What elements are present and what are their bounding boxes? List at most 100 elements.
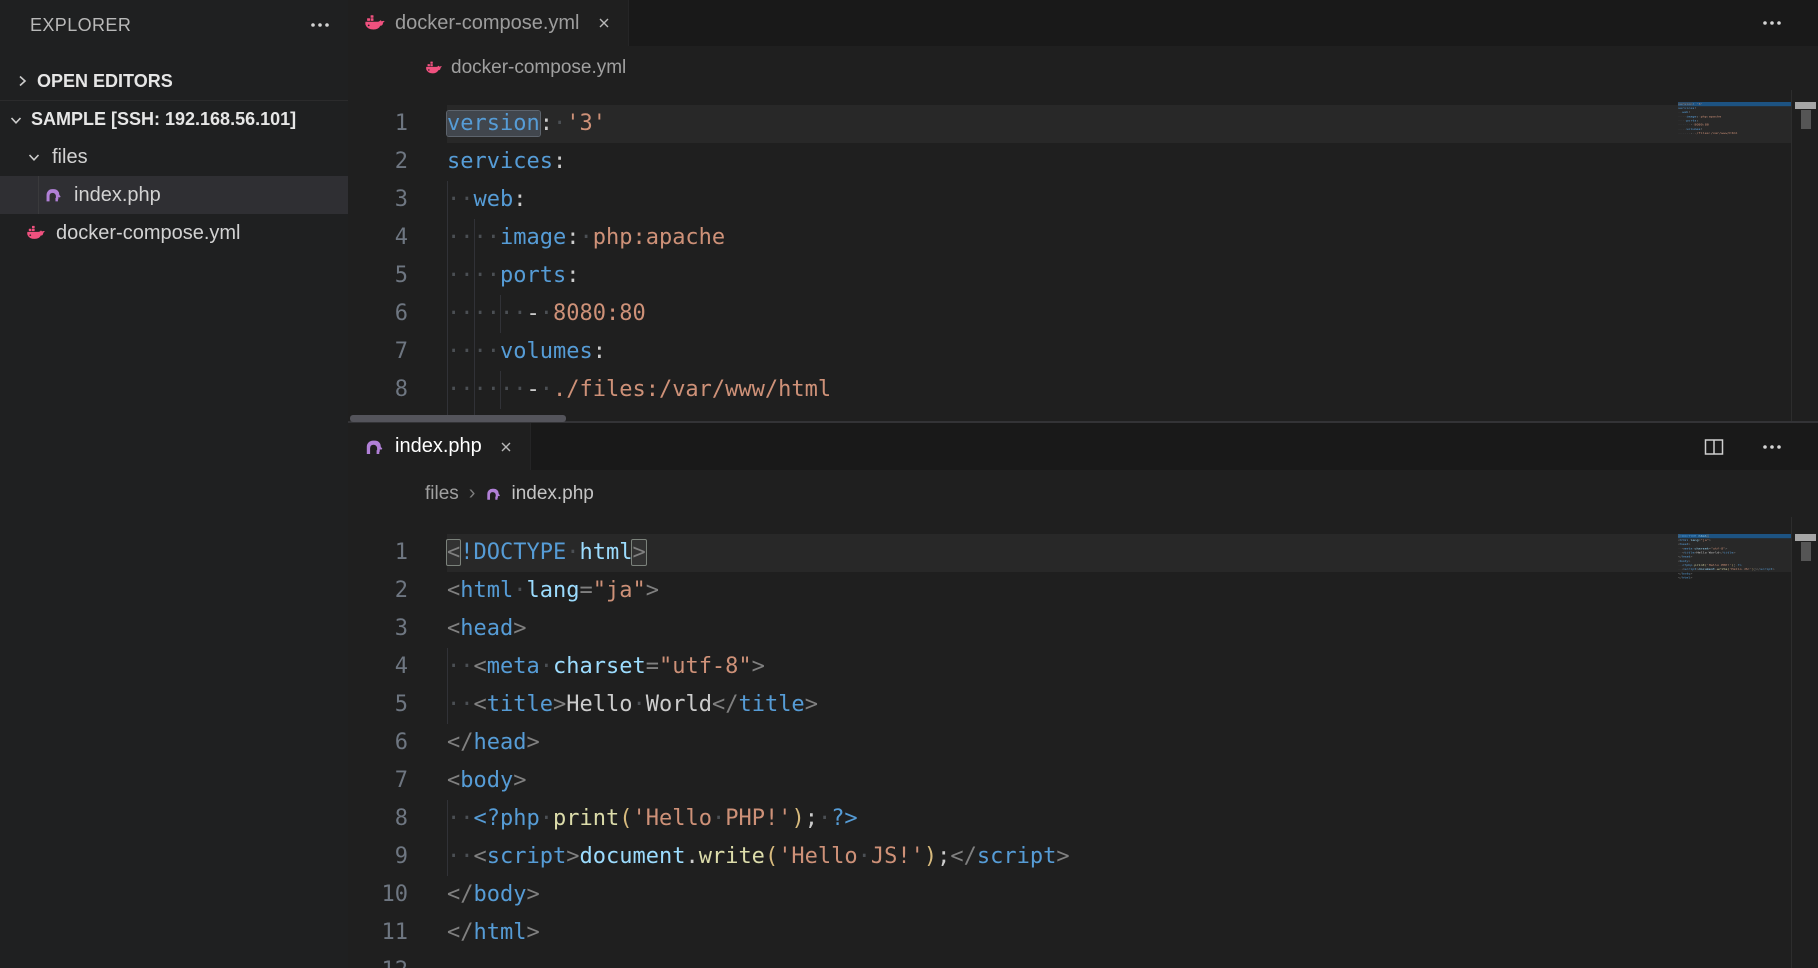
chevron-right-icon — [14, 73, 30, 89]
code-token: head — [1680, 543, 1688, 546]
code-token: version — [1678, 103, 1692, 106]
code-token: title — [1723, 551, 1733, 554]
chevron-down-icon — [26, 149, 42, 165]
editor-sash[interactable] — [348, 421, 1818, 423]
sidebar-item-index-php[interactable]: index.php — [0, 176, 348, 214]
split-editor-button[interactable] — [1702, 435, 1726, 459]
code-editor-index-php[interactable]: 1<!DOCTYPE·html>2<html·lang="ja">3<head>… — [348, 517, 1818, 968]
explorer-sidebar: EXPLORER OPEN EDITORS SAMPLE [SSH: 192.1… — [0, 0, 348, 968]
more-actions-button[interactable] — [1760, 11, 1784, 35]
scrollbar-thumb[interactable] — [1801, 110, 1811, 129]
scrollbar-thumb[interactable] — [1801, 542, 1811, 561]
code-token: services — [447, 149, 553, 174]
minimap-line — [1678, 580, 1791, 584]
sidebar-item-label: index.php — [74, 184, 161, 207]
code-line-5[interactable]: 5····ports: — [348, 257, 1818, 295]
code-token: PHP!' — [1721, 564, 1731, 567]
line-number: 6 — [348, 295, 408, 333]
line-number: 9 — [348, 838, 408, 876]
tab-close-button[interactable] — [498, 439, 514, 455]
code-line-10[interactable]: 10</body> — [348, 876, 1818, 914]
breadcrumb-item-index-php[interactable]: index.php — [485, 483, 593, 505]
code-token: > — [646, 578, 659, 603]
section-open-editors[interactable]: OPEN EDITORS — [0, 62, 348, 100]
code-token: html — [474, 920, 527, 945]
code-line-8[interactable]: 8······-·./files:/var/www/html — [348, 371, 1818, 409]
code-token: lang — [526, 578, 579, 603]
tab-index-php[interactable]: index.php — [348, 423, 531, 470]
code-token: script — [1760, 568, 1772, 571]
code-token: > — [1707, 535, 1709, 538]
horizontal-scrollbar-thumb[interactable] — [350, 415, 566, 422]
code-token: </ — [712, 692, 739, 717]
docker-icon — [425, 59, 443, 77]
code-line-3[interactable]: 3 ··web: — [348, 181, 1818, 219]
code-token: version — [447, 111, 540, 136]
code-token: web — [474, 187, 514, 212]
tab-docker-compose-yml[interactable]: docker-compose.yml — [348, 0, 629, 46]
code-token: > — [1688, 543, 1690, 546]
code-line-8[interactable]: 8··<?php·print('Hello·PHP!');·?> — [348, 800, 1818, 838]
line-number: 4 — [348, 648, 408, 686]
code-line-11[interactable]: 11</html> — [348, 914, 1818, 952]
code-token: ( — [765, 844, 778, 869]
sidebar-item-files[interactable]: files — [0, 138, 348, 176]
more-actions-button[interactable] — [1760, 435, 1784, 459]
code-line-6[interactable]: 6</head> — [348, 724, 1818, 762]
indent-guide — [38, 176, 39, 214]
line-number: 3 — [348, 181, 408, 219]
code-token: 8080:80 — [553, 301, 646, 326]
line-number: 2 — [348, 572, 408, 610]
scrollbar[interactable] — [1791, 517, 1818, 968]
code-token: body — [1680, 560, 1688, 563]
breadcrumb-item-files[interactable]: files — [425, 483, 459, 505]
code-token: < — [447, 768, 460, 793]
code-line-7[interactable]: 7····volumes: — [348, 333, 1818, 371]
code-token: : — [553, 149, 566, 174]
code-token: write — [1717, 568, 1727, 571]
line-number: 5 — [348, 686, 408, 724]
current-line-highlight — [447, 534, 1791, 572]
breadcrumb-item-docker-compose[interactable]: docker-compose.yml — [425, 57, 626, 79]
code-token: services — [1678, 107, 1694, 110]
code-line-2[interactable]: 2<html·lang="ja"> — [348, 572, 1818, 610]
code-token: php:apache — [593, 225, 725, 250]
code-line-4[interactable]: 4····image:·php:apache — [348, 219, 1818, 257]
tab-close-button[interactable] — [596, 15, 612, 31]
code-token: > — [1690, 572, 1692, 575]
code-token: ·· — [447, 187, 474, 212]
code-line-1[interactable]: 1version:·'3' — [348, 105, 1818, 143]
code-line-7[interactable]: 7<body> — [348, 762, 1818, 800]
code-token: ···· — [1678, 115, 1686, 118]
code-line-2[interactable]: 2 services: — [348, 143, 1818, 181]
current-line-highlight — [447, 105, 1791, 143]
code-token: ?> — [1738, 564, 1742, 567]
minimap[interactable]: version:·'3'services:··web:····image:·ph… — [1678, 102, 1791, 144]
code-line-6[interactable]: 6······-·8080:80 — [348, 295, 1818, 333]
code-token: < — [474, 844, 487, 869]
code-line-4[interactable]: 4··<meta·charset="utf-8"> — [348, 648, 1818, 686]
line-number: 2 — [348, 143, 408, 181]
code-token: > — [513, 768, 526, 793]
code-token: body — [474, 882, 527, 907]
code-token: : — [513, 187, 526, 212]
code-token: > — [1690, 576, 1692, 579]
section-sample-ssh[interactable]: SAMPLE [SSH: 192.168.56.101] — [0, 100, 348, 138]
code-line-3[interactable]: 3<head> — [348, 610, 1818, 648]
sidebar-item-docker-compose-yml[interactable]: docker-compose.yml — [0, 214, 348, 252]
scrollbar[interactable] — [1791, 90, 1818, 421]
code-token: World — [1709, 551, 1719, 554]
code-line-12[interactable]: 12 — [348, 952, 1818, 968]
explorer-more-button[interactable] — [308, 13, 332, 37]
minimap[interactable]: <!DOCTYPE·html><html·lang="ja"><head>··<… — [1678, 534, 1791, 588]
code-line-1[interactable]: 1<!DOCTYPE·html> — [348, 534, 1818, 572]
code-line-5[interactable]: 5··<title>Hello·World</title> — [348, 686, 1818, 724]
code-line-9[interactable]: 9 — [348, 409, 1818, 421]
tab-label: index.php — [395, 435, 482, 458]
code-token: 'Hello — [632, 806, 711, 831]
docker-icon — [26, 223, 46, 243]
line-number: 7 — [348, 333, 408, 371]
code-line-9[interactable]: 9··<script>document.write('Hello·JS!');<… — [348, 838, 1818, 876]
code-token: < — [474, 692, 487, 717]
code-editor-docker-compose[interactable]: 1version:·'3'2 services: 3 ··web: 4····image… — [348, 90, 1818, 421]
